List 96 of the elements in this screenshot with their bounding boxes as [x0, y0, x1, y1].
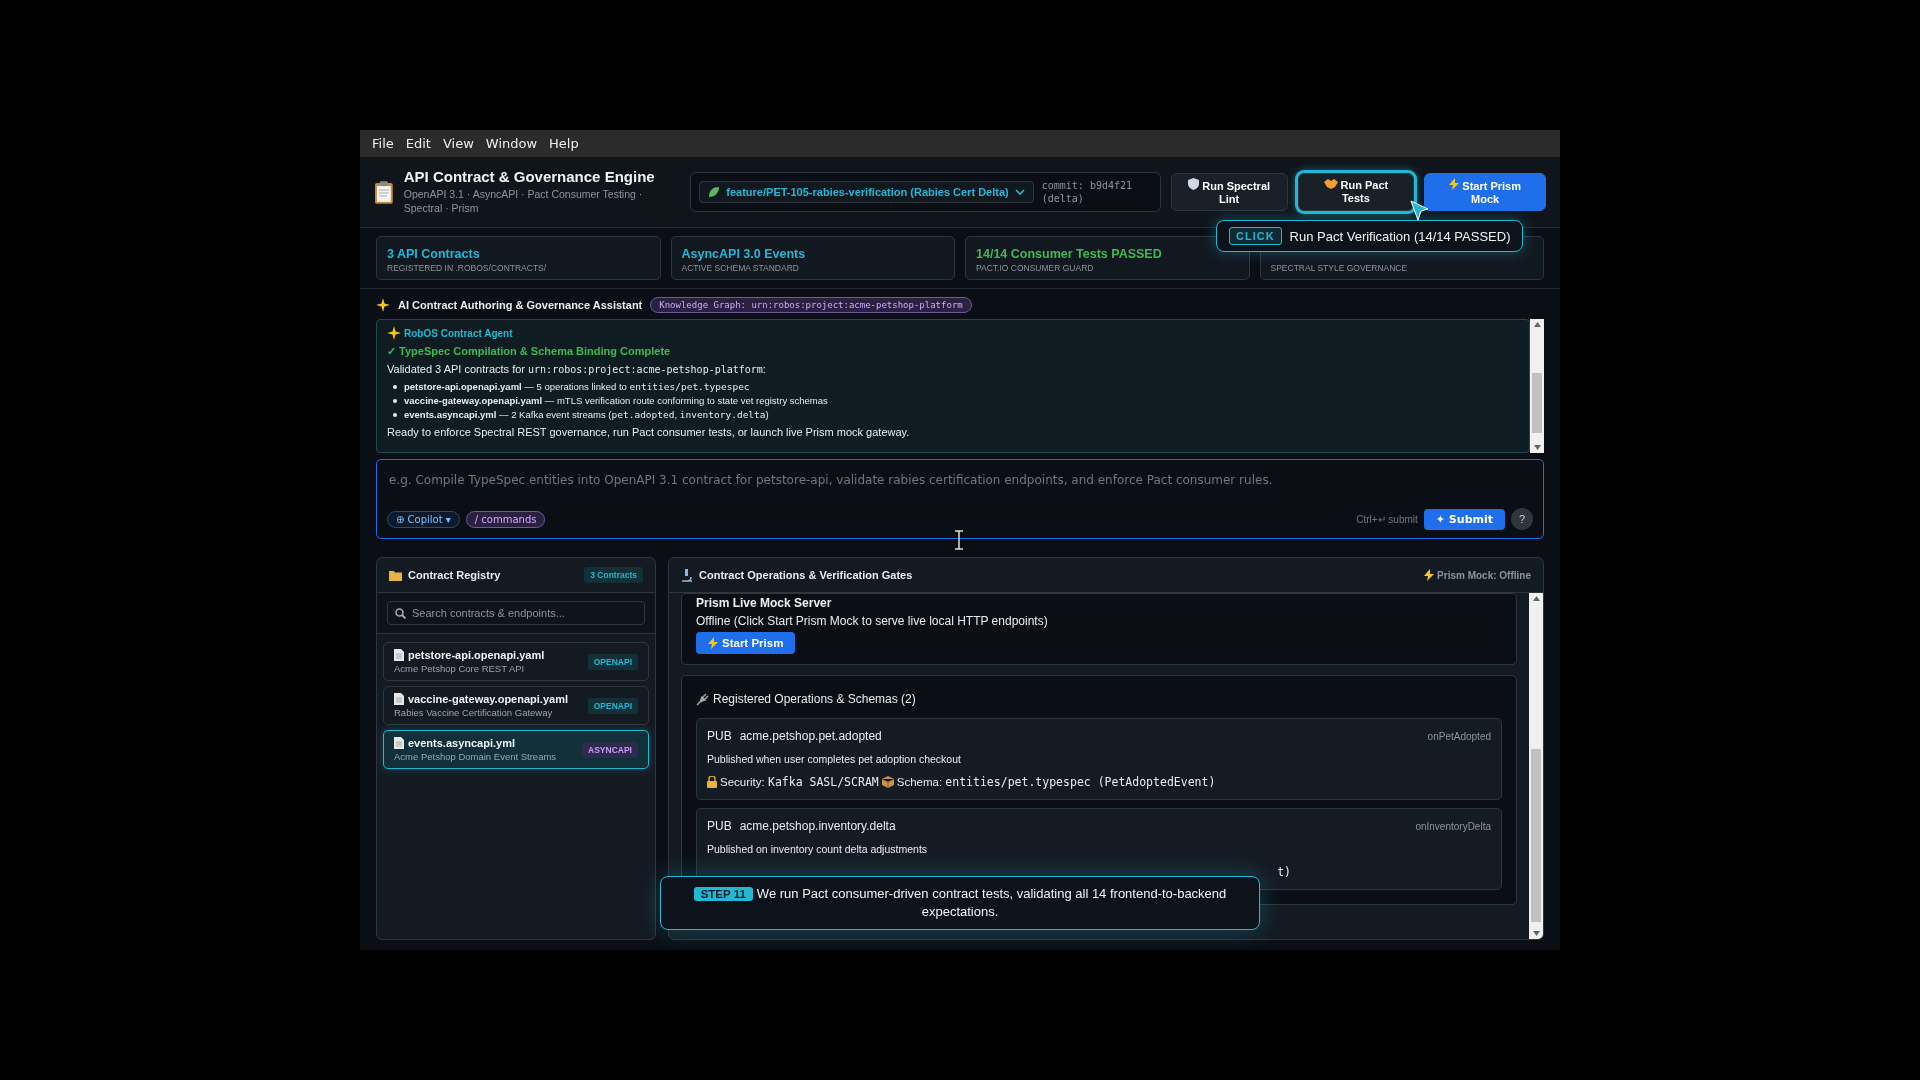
- section-title: Registered Operations & Schemas (2): [713, 692, 916, 706]
- app-subtitle: OpenAPI 3.1 · AsyncAPI · Pact Consumer Testing · Spectral · Prism: [403, 188, 644, 216]
- format-tag: ASYNCAPI: [582, 741, 638, 758]
- action-button[interactable]: Run Pact Tests: [1297, 173, 1415, 211]
- chevron-down-icon: [1014, 189, 1025, 195]
- prism-title: Prism Live Mock Server: [696, 595, 833, 610]
- stat-title: 14/14 Consumer Tests PASSED: [976, 247, 1163, 261]
- panel-title: Contract Registry: [408, 569, 501, 581]
- tooltip-text: Run Pact Verification (14/14 PASSED): [1289, 228, 1511, 244]
- stat-caption: REGISTERED IN .ROBOS/CONTRACTS/: [387, 263, 548, 273]
- sparkle-icon: [376, 298, 390, 312]
- lightning-icon: [708, 637, 718, 649]
- contract-file-name: events.asyncapi.yml: [408, 737, 515, 749]
- agent-name: RobOS Contract Agent: [404, 327, 513, 339]
- assistant-title: AI Contract Authoring & Governance Assistant: [398, 299, 643, 311]
- menu-item[interactable]: Edit: [399, 136, 437, 151]
- contract-item[interactable]: events.asyncapi.yml Acme Petshop Domain Event Streams ASYNCAPI: [383, 730, 649, 769]
- stat-title: AsyncAPI 3.0 Events: [681, 247, 807, 261]
- help-button[interactable]: ?: [1511, 508, 1533, 530]
- folder-icon: [389, 569, 402, 581]
- contract-summary: petstore-api.openapi.yaml — 5 operations linked to entities/pet.typespec: [404, 380, 750, 393]
- knowledge-graph-chip: Knowledge Graph: urn:robos:project:acme-petshop-platform: [650, 297, 972, 313]
- action-button[interactable]: Start Prism Mock: [1424, 173, 1546, 211]
- contract-summary: events.asyncapi.yml — 2 Kafka event streams (pet.adopted, inventory.delta): [404, 408, 769, 421]
- document-icon: [394, 693, 404, 705]
- package-icon: [881, 776, 894, 788]
- message-text: Validated 3 API contracts for urn:robos:project:acme-petshop-platform:: [387, 363, 767, 375]
- operation-name: acme.petshop.inventory.delta: [739, 819, 896, 833]
- contract-summary: vaccine-gateway.openapi.yaml — mTLS verification route conforming to state vet registry schemas: [404, 394, 828, 407]
- submit-hint: Ctrl+↵ submit: [1356, 513, 1418, 525]
- schema-text: Schema: entities/pet.typespec (PetAdoptedEvent): [896, 775, 1216, 789]
- prompt-input[interactable]: e.g. Compile TypeSpec entities into OpenAPI 3.1 contract for petstore-api, validate rabies certification endpoints, and enforce Pact consumer rules.: [387, 472, 1537, 488]
- operation-description: Published on inventory count delta adjustments: [707, 843, 929, 855]
- contract-description: Rabies Vaccine Certification Gateway: [394, 707, 554, 718]
- submit-button[interactable]: ✦ Submit: [1423, 508, 1505, 530]
- contract-description: Acme Petshop Core REST API: [394, 663, 526, 674]
- contract-file-name: vaccine-gateway.openapi.yaml: [408, 693, 568, 705]
- contract-description: Acme Petshop Domain Event Streams: [394, 751, 558, 762]
- clipboard-icon: [374, 180, 394, 204]
- operation-verb: PUB: [707, 819, 732, 833]
- operation-handler: onInventoryDelta: [1415, 820, 1491, 832]
- lightning-icon: [1424, 569, 1435, 581]
- lightning-icon: [1449, 177, 1460, 190]
- scrollbar[interactable]: [1530, 319, 1544, 453]
- stat-caption: ACTIVE SCHEMA STANDARD: [681, 263, 800, 273]
- menu-item[interactable]: File: [366, 136, 400, 151]
- prism-status: Prism Mock: Offline: [1424, 569, 1531, 581]
- operation-verb: PUB: [707, 729, 732, 743]
- commit-label: commit: b9d4f21 (delta): [1041, 179, 1134, 205]
- branch-dropdown[interactable]: feature/PET-105-rabies-verification (Rabies Cert Delta): [699, 181, 1034, 203]
- commands-chip[interactable]: / commands: [465, 510, 546, 528]
- menu-item[interactable]: Window: [479, 136, 544, 151]
- click-badge: CLICK: [1229, 227, 1282, 245]
- step-text: STEP 11 We run Pact consumer-driven contract tests, validating all 14 frontend-to-backend expectations.: [675, 885, 1245, 922]
- contract-item[interactable]: vaccine-gateway.openapi.yaml Rabies Vaccine Certification Gateway OPENAPI: [383, 686, 649, 725]
- leaf-icon: [708, 186, 721, 198]
- message-text: Ready to enforce Spectral REST governance, run Pact consumer tests, or launch live Prism mock gateway.: [387, 426, 911, 438]
- operation-name: acme.petshop.pet.adopted: [739, 729, 882, 743]
- app-title: API Contract & Governance Engine: [403, 168, 656, 186]
- menu-item[interactable]: View: [436, 136, 480, 151]
- text-cursor-icon: [954, 530, 964, 550]
- lock-icon: [707, 776, 717, 788]
- copilot-chip[interactable]: ⊕ Copilot ▾: [387, 510, 460, 528]
- count-badge: 3 Contracts: [584, 567, 643, 583]
- operation-handler: onPetAdopted: [1427, 730, 1491, 742]
- stat-caption: PACT.IO CONSUMER GUARD: [976, 263, 1095, 273]
- message-heading: ✓ TypeSpec Compilation & Schema Binding Complete: [387, 345, 672, 358]
- stat-title: 3 API Contracts: [387, 247, 481, 261]
- start-prism-button[interactable]: Start Prism: [696, 632, 796, 654]
- document-icon: [394, 737, 404, 749]
- search-field[interactable]: Search contracts & endpoints...: [387, 601, 645, 625]
- scroll-down-icon[interactable]: [1532, 931, 1540, 936]
- scroll-up-icon[interactable]: [1533, 322, 1541, 327]
- scrollbar[interactable]: [1529, 593, 1543, 939]
- contract-file-name: petstore-api.openapi.yaml: [408, 649, 545, 661]
- security-text: Security: Kafka SASL/SCRAM: [720, 775, 879, 789]
- menu-item[interactable]: Help: [543, 136, 585, 151]
- prism-text: Offline (Click Start Prism Mock to serve live local HTTP endpoints): [696, 614, 1049, 628]
- bullet-icon: [393, 412, 397, 417]
- bullet-icon: [393, 398, 397, 403]
- scroll-up-icon[interactable]: [1532, 596, 1540, 601]
- shield-icon: [1188, 177, 1200, 190]
- plug-icon: [696, 692, 709, 706]
- stat-caption: SPECTRAL STYLE GOVERNANCE: [1270, 263, 1409, 273]
- sparkle-icon: [387, 326, 401, 340]
- action-button[interactable]: Run Spectral Lint: [1170, 173, 1288, 211]
- format-tag: OPENAPI: [587, 653, 638, 670]
- search-icon: [395, 608, 406, 619]
- panel-title: Contract Operations & Verification Gates: [699, 569, 913, 581]
- contract-item[interactable]: petstore-api.openapi.yaml Acme Petshop Core REST API OPENAPI: [383, 642, 649, 681]
- document-icon: [394, 649, 404, 661]
- operation-description: Published when user completes pet adoption checkout: [707, 753, 962, 765]
- format-tag: OPENAPI: [587, 697, 638, 714]
- bullet-icon: [393, 384, 397, 389]
- security-text: t): [1277, 865, 1291, 879]
- scroll-down-icon[interactable]: [1533, 445, 1541, 450]
